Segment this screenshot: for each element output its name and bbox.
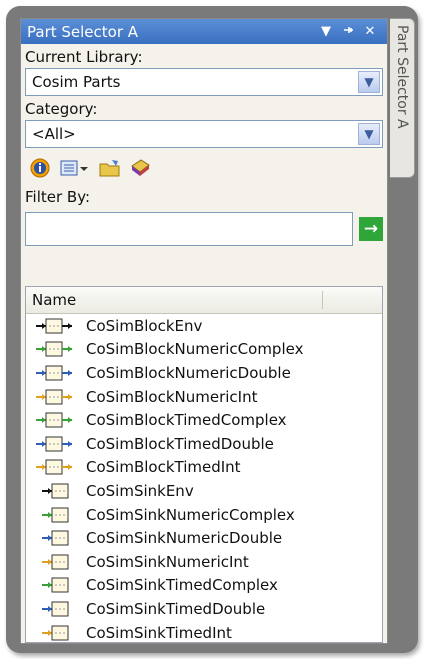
list-item-label: CoSimBlockNumericInt [86, 387, 258, 406]
column-header-name[interactable]: Name [26, 291, 323, 309]
library-select[interactable]: Cosim Parts ▼ [25, 68, 383, 96]
list-item-label: CoSimSinkNumericComplex [86, 505, 295, 524]
list-item[interactable]: CoSimBlockEnv [26, 314, 382, 338]
part-selector-panel: Part Selector A ▼ ✕ Current Library: Cos… [20, 18, 388, 644]
filter-label: Filter By: [25, 188, 91, 206]
list-item[interactable]: CoSimSinkTimedInt [26, 621, 382, 643]
cosim-sink-icon [34, 599, 82, 619]
list-item[interactable]: CoSimBlockTimedInt [26, 456, 382, 480]
list-item-label: CoSimBlockNumericDouble [86, 363, 291, 382]
cosim-block-icon [34, 316, 82, 336]
list-item-label: CoSimSinkNumericDouble [86, 529, 283, 548]
filter-input[interactable] [25, 212, 353, 246]
filter-row: → [21, 208, 387, 250]
list-item[interactable]: CoSimSinkEnv [26, 479, 382, 503]
parts-list: Name CoSimBlockEnv CoSimBlockNumericComp… [25, 286, 383, 643]
cosim-sink-icon [34, 575, 82, 595]
library-icon[interactable] [129, 157, 151, 179]
category-label: Category: [25, 100, 98, 118]
filter-go-button[interactable]: → [359, 217, 383, 241]
cosim-sink-icon [34, 481, 82, 501]
panel-titlebar: Part Selector A ▼ ✕ [21, 19, 387, 44]
category-value: <All> [32, 125, 76, 143]
list-header: Name [26, 287, 382, 314]
chevron-down-icon[interactable]: ▼ [358, 71, 380, 93]
list-item[interactable]: CoSimSinkTimedComplex [26, 574, 382, 598]
list-item[interactable]: CoSimSinkTimedDouble [26, 597, 382, 621]
category-select[interactable]: <All> ▼ [25, 120, 383, 148]
cosim-sink-icon [34, 528, 82, 548]
list-item-label: CoSimBlockEnv [86, 316, 203, 335]
list-item[interactable]: CoSimSinkNumericDouble [26, 526, 382, 550]
side-tab-part-selector[interactable]: Part Selector A [390, 18, 415, 178]
cosim-block-icon [34, 434, 82, 454]
list-item-label: CoSimSinkTimedDouble [86, 599, 266, 618]
cosim-sink-icon [34, 623, 82, 643]
list-item-label: CoSimSinkTimedInt [86, 623, 232, 642]
list-item[interactable]: CoSimBlockTimedDouble [26, 432, 382, 456]
dropdown-icon[interactable]: ▼ [315, 24, 337, 39]
list-item[interactable]: CoSimBlockNumericInt [26, 385, 382, 409]
side-tab-label: Part Selector A [394, 25, 410, 129]
library-value: Cosim Parts [32, 73, 121, 91]
list-item[interactable]: CoSimSinkNumericInt [26, 550, 382, 574]
list-item-label: CoSimSinkNumericInt [86, 552, 249, 571]
view-options-icon[interactable] [59, 157, 91, 179]
open-folder-icon[interactable] [99, 157, 121, 179]
list-item-label: CoSimBlockTimedComplex [86, 411, 287, 430]
list-rows: CoSimBlockEnv CoSimBlockNumericComplex C… [26, 314, 382, 643]
toolbar [21, 148, 387, 184]
cosim-block-icon [34, 410, 82, 430]
list-item-label: CoSimBlockNumericComplex [86, 340, 304, 359]
cosim-block-icon [34, 339, 82, 359]
cosim-block-icon [34, 457, 82, 477]
info-icon[interactable] [29, 157, 51, 179]
list-item[interactable]: CoSimSinkNumericComplex [26, 503, 382, 527]
cosim-sink-icon [34, 505, 82, 525]
cosim-sink-icon [34, 552, 82, 572]
list-item[interactable]: CoSimBlockTimedComplex [26, 408, 382, 432]
chevron-down-icon[interactable]: ▼ [358, 123, 380, 145]
list-item-label: CoSimSinkTimedComplex [86, 576, 278, 595]
list-item[interactable]: CoSimBlockNumericComplex [26, 338, 382, 362]
cosim-block-icon [34, 363, 82, 383]
list-item[interactable]: CoSimBlockNumericDouble [26, 361, 382, 385]
panel-title: Part Selector A [27, 22, 139, 41]
list-item-label: CoSimBlockTimedInt [86, 458, 241, 477]
close-icon[interactable]: ✕ [359, 24, 381, 39]
list-item-label: CoSimSinkEnv [86, 481, 194, 500]
cosim-block-icon [34, 387, 82, 407]
list-item-label: CoSimBlockTimedDouble [86, 434, 274, 453]
library-label: Current Library: [25, 48, 143, 66]
pin-icon[interactable] [337, 24, 359, 40]
